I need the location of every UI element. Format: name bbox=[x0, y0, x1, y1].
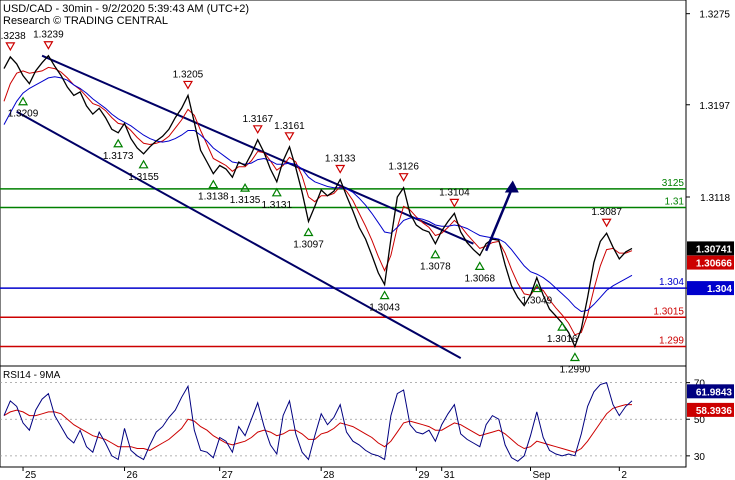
trough-label-12: 1.2990 bbox=[560, 364, 591, 375]
date-tick-label-1: 26 bbox=[127, 470, 139, 480]
trough-label-6: 1.3097 bbox=[293, 240, 324, 251]
chart-svg: 31251.311.3041.30151.299 1.32381.32391.3… bbox=[0, 0, 734, 480]
level-label-0: 3125 bbox=[662, 178, 685, 189]
peak-label-0: 1.3238 bbox=[0, 31, 26, 42]
date-tick-label-2: 27 bbox=[222, 470, 234, 480]
peak-label-8: 1.3087 bbox=[591, 207, 622, 218]
value-tag-label-0-0: 1.30741 bbox=[696, 244, 733, 255]
level-label-2: 1.304 bbox=[659, 277, 684, 288]
date-tick-label-6: Sep bbox=[533, 470, 551, 480]
peak-label-6: 1.3126 bbox=[388, 162, 419, 173]
panel-frames bbox=[0, 0, 687, 468]
trough-label-0: 1.3209 bbox=[8, 109, 39, 120]
trough-label-10: 1.3049 bbox=[522, 296, 553, 307]
price-tick-label-2: 1.3118 bbox=[700, 193, 730, 204]
date-tick-label-0: 25 bbox=[25, 470, 37, 480]
rsi-tick-label-1: 50 bbox=[694, 415, 706, 426]
peak-label-2: 1.3205 bbox=[173, 69, 204, 80]
trough-label-4: 1.3135 bbox=[230, 195, 261, 206]
trough-label-1: 1.3173 bbox=[103, 151, 134, 162]
value-tag-label-1-1: 58.3936 bbox=[696, 406, 733, 417]
trough-label-9: 1.3068 bbox=[464, 273, 495, 284]
peak-label-5: 1.3133 bbox=[325, 153, 356, 164]
date-tick-label-7: 2 bbox=[621, 470, 627, 480]
level-label-1: 1.31 bbox=[665, 197, 685, 208]
trough-label-8: 1.3078 bbox=[420, 262, 451, 273]
date-tick-label-5: 31 bbox=[444, 470, 456, 480]
chart-title: USD/CAD - 30min - 9/2/2020 5:39:43 AM (U… bbox=[3, 3, 249, 15]
price-tick-label-1: 1.3197 bbox=[699, 101, 730, 112]
price-tick-label-0: 1.3275 bbox=[699, 10, 730, 21]
trough-label-2: 1.3155 bbox=[128, 172, 159, 183]
trough-label-5: 1.3131 bbox=[261, 200, 292, 211]
trough-label-3: 1.3138 bbox=[198, 192, 229, 203]
peak-label-4: 1.3161 bbox=[274, 121, 305, 132]
trough-label-11: 1.3016 bbox=[547, 334, 578, 345]
value-tag-label-1-0: 61.9843 bbox=[696, 387, 733, 398]
peak-label-3: 1.3167 bbox=[242, 114, 273, 125]
trough-label-7: 1.3043 bbox=[369, 303, 400, 314]
value-tag-label-0-2: 1.304 bbox=[707, 284, 732, 295]
value-tag-label-0-1: 1.30666 bbox=[696, 259, 733, 270]
date-tick-label-4: 29 bbox=[418, 470, 430, 480]
rsi-panel-title: RSI14 - 9MA bbox=[3, 370, 61, 381]
date-tick-label-3: 28 bbox=[323, 470, 335, 480]
chart-subtitle: Research © TRADING CENTRAL bbox=[3, 15, 168, 27]
rsi-tick-label-2: 30 bbox=[694, 452, 706, 463]
peak-label-7: 1.3104 bbox=[439, 187, 470, 198]
level-label-3: 1.3015 bbox=[653, 306, 684, 317]
level-label-4: 1.299 bbox=[659, 335, 684, 346]
value-tags: 1.30741 1.30666 1.304 61.9843 58.3936 bbox=[687, 241, 734, 417]
peak-label-1: 1.3239 bbox=[33, 30, 64, 41]
chart-root: 31251.311.3041.30151.299 1.32381.32391.3… bbox=[0, 0, 735, 480]
